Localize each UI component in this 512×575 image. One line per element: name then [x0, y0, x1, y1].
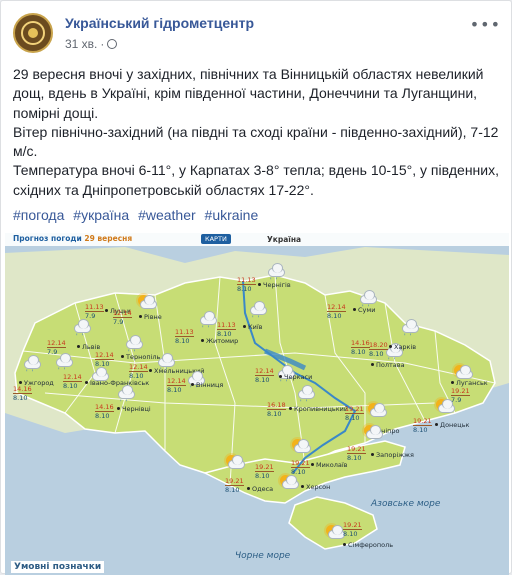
city-label: Суми — [353, 306, 376, 314]
city-temperature: 16.18 8.10 — [267, 401, 286, 418]
city-temperature: 19.21 8.10 — [225, 477, 244, 494]
city-label: Запоріжжя — [371, 451, 414, 459]
cloud-rain-icon: ' ' — [69, 317, 91, 340]
city-label: Луганськ — [451, 379, 488, 387]
city-label: Рівне — [139, 313, 162, 321]
city-temperature: 14.16 8.10 — [95, 403, 114, 420]
post-meta: 31 хв. · — [65, 37, 118, 51]
city-temperature: 19.21 8.10 — [413, 417, 432, 434]
page-name-link[interactable]: Український гідрометцентр — [65, 15, 254, 31]
meta-separator: · — [100, 37, 105, 51]
avatar-emblem-core — [28, 28, 38, 38]
city-label: Львів — [77, 343, 100, 351]
country-label: Україна — [267, 235, 302, 244]
hashtag-link[interactable]: #weather — [138, 207, 196, 223]
city-label: Черкаси — [279, 373, 312, 381]
cloud-rain-icon: ' ' — [195, 309, 217, 332]
city-temperature: 19.21 8.10 — [343, 521, 362, 538]
more-options-icon[interactable]: ••• — [470, 15, 501, 34]
post-paragraph: Вітер північно-західний (на півдні та сх… — [13, 123, 499, 160]
city-label: Сімферополь — [343, 541, 393, 549]
city-label: Херсон — [301, 483, 330, 491]
city-label: Чернігів — [258, 281, 291, 289]
post-paragraph: Температура вночі 6-11°, у Карпатах 3-8°… — [13, 162, 499, 198]
city-temperature: 19.21 8.10 — [347, 445, 366, 462]
cloud-rain-icon: ' ' — [121, 333, 143, 356]
page-avatar[interactable] — [13, 13, 53, 53]
sun-cloud-icon — [135, 293, 157, 315]
city-temperature: 11.13 7.9 — [85, 303, 104, 320]
weather-map-image[interactable]: Прогноз погоди 29 вересня КАРТИ Україна … — [5, 233, 509, 575]
map-title-text: Прогноз погоди — [13, 234, 82, 243]
sun-cloud-icon — [223, 453, 245, 475]
hashtag-list: #погода #україна #weather #ukraine — [13, 207, 263, 223]
cloud-rain-icon: ' ' — [263, 261, 285, 284]
cloud-rain-icon: ' ' — [245, 299, 267, 322]
city-label: Вінниця — [191, 381, 223, 389]
azov-sea-label: Азовське море — [371, 499, 441, 509]
post-body: 29 вересня вночі у західних, північних т… — [13, 65, 503, 200]
city-temperature: 12.14 8.10 — [327, 303, 346, 320]
post-timestamp[interactable]: 31 хв. — [65, 37, 97, 51]
city-temperature: 12.14 7.9 — [47, 339, 66, 356]
sun-cloud-icon — [433, 397, 455, 419]
sun-cloud-icon — [365, 401, 387, 423]
sun-cloud-icon — [323, 523, 345, 545]
city-temperature: 12.14 8.10 — [129, 363, 148, 380]
post-header: Український гідрометцентр 31 хв. · ••• — [13, 13, 501, 59]
sun-cloud-icon — [277, 473, 299, 495]
city-temperature: 12.14 8.10 — [255, 367, 274, 384]
city-label: Чернівці — [117, 405, 151, 413]
city-label: Миколаїв — [311, 461, 348, 469]
city-temperature: 19.21 8.10 — [255, 463, 274, 480]
city-temperature: 19.21 8.10 — [345, 405, 364, 422]
city-temperature: 12.14 7.9 — [113, 309, 132, 326]
hashtag-link[interactable]: #ukraine — [205, 207, 259, 223]
city-temperature: 12.14 8.10 — [63, 373, 82, 390]
post-paragraph: 29 вересня вночі у західних, північних т… — [13, 66, 484, 121]
post-card: Український гідрометцентр 31 хв. · ••• 29… — [0, 0, 512, 575]
city-label: Харків — [389, 343, 416, 351]
city-label: Житомир — [201, 337, 238, 345]
city-temperature: 12.14 8.10 — [167, 377, 186, 394]
city-label: Полтава — [371, 361, 405, 369]
city-label: Одеса — [247, 485, 273, 493]
city-temperature: 14.16 8.10 — [13, 385, 32, 402]
city-label: Кропивницький — [289, 405, 348, 413]
city-label: Київ — [243, 323, 262, 331]
legend-link[interactable]: Умовні позначки — [11, 561, 105, 573]
hashtag-link[interactable]: #погода — [13, 207, 64, 223]
globe-icon[interactable] — [107, 39, 118, 49]
cloud-rain-icon: ' ' — [397, 317, 419, 340]
city-temperature: 11.13 8.10 — [237, 276, 256, 293]
city-temperature: 11.13 8.10 — [217, 321, 236, 338]
city-label: Донецьк — [435, 421, 470, 429]
city-temperature: 14.16 8.10 — [351, 339, 370, 356]
city-label: Ужгород — [19, 379, 54, 387]
maps-tab-button[interactable]: КАРТИ — [201, 234, 231, 244]
city-temperature: 18.20 8.10 — [369, 341, 388, 358]
cloud-rain-icon: ' ' — [19, 353, 41, 376]
city-temperature: 11.13 8.10 — [175, 328, 194, 345]
sun-cloud-icon — [289, 437, 311, 459]
hashtag-link[interactable]: #україна — [73, 207, 129, 223]
map-title: Прогноз погоди 29 вересня — [13, 234, 132, 243]
cloud-rain-icon: ' ' — [293, 383, 315, 406]
map-date: 29 вересня — [84, 234, 133, 243]
sun-cloud-icon — [361, 423, 383, 445]
black-sea-label: Чорне море — [235, 551, 291, 561]
cloud-rain-icon: ' ' — [113, 383, 135, 406]
